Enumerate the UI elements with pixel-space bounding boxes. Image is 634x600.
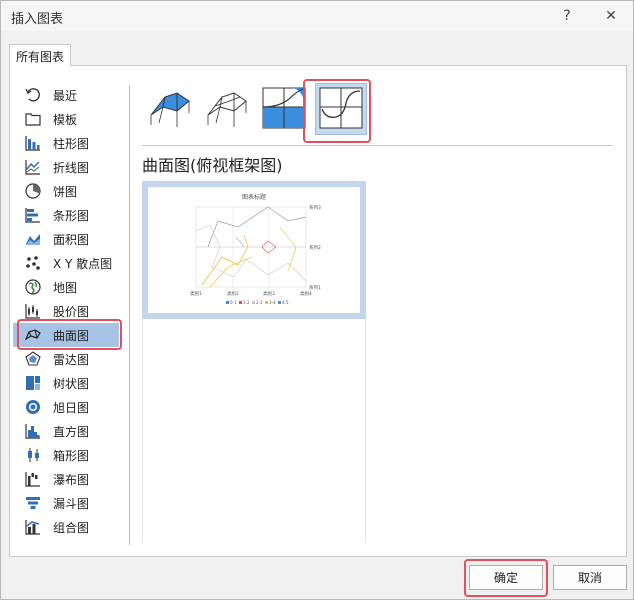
sidebar-item-treemap[interactable]: 树状图 xyxy=(13,371,119,395)
sidebar-item-label: 最近 xyxy=(53,88,78,103)
sidebar-item-radar[interactable]: 雷达图 xyxy=(13,347,119,371)
sidebar-item-stock[interactable]: 股价图 xyxy=(13,299,119,323)
preview-legend-item: 4-5 xyxy=(282,300,289,305)
preview-legend: 0-1 1-2 2-3 3-4 4-5 xyxy=(226,300,289,305)
preview-area xyxy=(142,319,366,543)
sidebar-item-label: 面积图 xyxy=(53,232,90,247)
sidebar-item-label: 旭日图 xyxy=(53,400,90,415)
scatter-chart-icon xyxy=(24,254,42,272)
preview-legend-item: 2-3 xyxy=(256,300,263,305)
sidebar-item-label: 折线图 xyxy=(53,160,90,175)
sidebar-item-pie[interactable]: 饼图 xyxy=(13,179,119,203)
bar-chart-icon xyxy=(24,206,42,224)
pie-chart-icon xyxy=(24,182,42,200)
subtype-3d-surface[interactable] xyxy=(144,83,196,135)
sunburst-icon xyxy=(24,398,42,416)
subtype-wireframe-3d-surface[interactable] xyxy=(201,83,253,135)
preview-x-label: 类别1 xyxy=(190,290,202,297)
sidebar-item-label: 瀑布图 xyxy=(53,472,90,487)
sidebar-item-sunburst[interactable]: 旭日图 xyxy=(13,395,119,419)
sidebar-item-bar[interactable]: 条形图 xyxy=(13,203,119,227)
preview-right-label: 系列2 xyxy=(309,244,321,251)
sidebar-item-waterfall[interactable]: 瀑布图 xyxy=(13,467,119,491)
tab-all-charts[interactable]: 所有图表 xyxy=(9,44,72,67)
funnel-icon xyxy=(24,494,42,512)
preview-title: 图表标题 xyxy=(242,193,266,201)
sidebar-item-area[interactable]: 面积图 xyxy=(13,227,119,251)
treemap-icon xyxy=(24,374,42,392)
tab-bar: 所有图表 xyxy=(9,44,627,67)
combo-chart-icon xyxy=(24,518,42,536)
stock-chart-icon xyxy=(24,302,42,320)
area-chart-icon xyxy=(24,230,42,248)
sidebar-divider xyxy=(129,85,130,545)
wireframe-contour-icon xyxy=(318,85,364,134)
globe-icon xyxy=(24,278,42,296)
sidebar-item-label: 饼图 xyxy=(53,184,78,199)
sidebar-item-label: X Y 散点图 xyxy=(53,256,113,271)
help-button[interactable]: ? xyxy=(555,5,579,27)
wireframe-3d-surface-icon xyxy=(204,85,250,134)
sidebar-item-label: 股价图 xyxy=(53,304,90,319)
preview-x-label: 类别2 xyxy=(227,290,239,297)
chart-category-list: 最近 模板 柱形图 折线图 饼图 条形图 面积图 X Y 散点图 地图 股价图 … xyxy=(13,83,119,539)
sidebar-item-map[interactable]: 地图 xyxy=(13,275,119,299)
surface-chart-icon xyxy=(24,326,42,344)
sidebar-item-histogram[interactable]: 直方图 xyxy=(13,419,119,443)
waterfall-icon xyxy=(24,470,42,488)
subtype-wireframe-contour[interactable] xyxy=(315,83,367,135)
title-bar: 插入图表 ? ✕ xyxy=(1,1,633,31)
sidebar-item-label: 箱形图 xyxy=(53,448,90,463)
recent-icon xyxy=(24,86,42,104)
sidebar-item-label: 直方图 xyxy=(53,424,90,439)
sidebar-item-label: 条形图 xyxy=(53,208,90,223)
chart-preview: 图表标题 系列3 系列2 系列1 类别1 类别2 类别3 类别4 0-1 1-2… xyxy=(148,187,360,313)
insert-chart-dialog: 插入图表 ? ✕ 所有图表 最近 模板 柱形图 折线图 饼图 条形图 面积图 X… xyxy=(0,0,634,600)
sidebar-item-label: 曲面图 xyxy=(53,328,90,343)
sidebar-item-surface[interactable]: 曲面图 xyxy=(13,323,119,347)
sidebar-item-label: 漏斗图 xyxy=(53,496,90,511)
chart-preview-frame[interactable]: 图表标题 系列3 系列2 系列1 类别1 类别2 类别3 类别4 0-1 1-2… xyxy=(142,181,366,319)
preview-legend-item: 3-4 xyxy=(269,300,276,305)
preview-legend-item: 0-1 xyxy=(230,300,237,305)
sidebar-item-label: 树状图 xyxy=(53,376,90,391)
sidebar-item-boxplot[interactable]: 箱形图 xyxy=(13,443,119,467)
selected-chart-title: 曲面图(俯视框架图) xyxy=(142,156,283,175)
dialog-title: 插入图表 xyxy=(11,12,64,27)
sidebar-item-templates[interactable]: 模板 xyxy=(13,107,119,131)
subtype-contour[interactable] xyxy=(258,83,310,135)
sidebar-item-recent[interactable]: 最近 xyxy=(13,83,119,107)
close-button[interactable]: ✕ xyxy=(599,5,623,27)
radar-chart-icon xyxy=(24,350,42,368)
sidebar-item-label: 雷达图 xyxy=(53,352,90,367)
sidebar-item-label: 组合图 xyxy=(53,520,90,535)
contour-icon xyxy=(261,85,307,134)
ok-button[interactable]: 确定 xyxy=(469,565,543,590)
sidebar-item-column[interactable]: 柱形图 xyxy=(13,131,119,155)
sidebar-item-label: 地图 xyxy=(53,280,78,295)
preview-x-label: 类别4 xyxy=(300,290,312,297)
close-icon: ✕ xyxy=(605,8,617,24)
sidebar-item-funnel[interactable]: 漏斗图 xyxy=(13,491,119,515)
sidebar-item-line[interactable]: 折线图 xyxy=(13,155,119,179)
tab-label: 所有图表 xyxy=(16,50,65,64)
sidebar-item-combo[interactable]: 组合图 xyxy=(13,515,119,539)
preview-legend-item: 1-2 xyxy=(243,300,250,305)
subtype-divider xyxy=(142,145,613,146)
preview-right-label: 系列1 xyxy=(309,284,321,291)
preview-x-label: 类别3 xyxy=(263,290,275,297)
histogram-icon xyxy=(24,422,42,440)
sidebar-item-scatter[interactable]: X Y 散点图 xyxy=(13,251,119,275)
folder-icon xyxy=(24,110,42,128)
help-icon: ? xyxy=(563,8,571,24)
sidebar-item-label: 模板 xyxy=(53,112,78,127)
cancel-button[interactable]: 取消 xyxy=(553,565,627,590)
3d-surface-icon xyxy=(147,85,193,134)
box-whisker-icon xyxy=(24,446,42,464)
preview-right-label: 系列3 xyxy=(309,204,321,211)
line-chart-icon xyxy=(24,158,42,176)
preview-chart-svg: 图表标题 系列3 系列2 系列1 类别1 类别2 类别3 类别4 0-1 1-2… xyxy=(190,193,321,305)
column-chart-icon xyxy=(24,134,42,152)
sidebar-item-label: 柱形图 xyxy=(53,136,90,151)
